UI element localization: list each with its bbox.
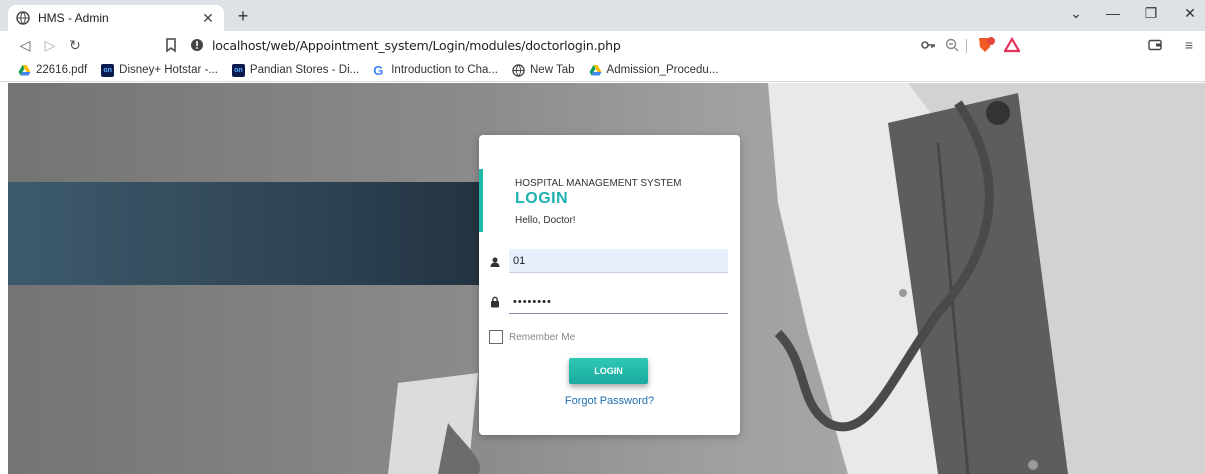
browser-tab[interactable]: HMS - Admin ✕ — [8, 5, 224, 31]
greeting-text: Hello, Doctor! — [515, 215, 576, 226]
close-tab-icon[interactable]: ✕ — [200, 10, 216, 27]
password-input[interactable]: •••••••• — [509, 290, 728, 314]
new-tab-icon[interactable]: + — [233, 6, 253, 27]
system-name: HOSPITAL MANAGEMENT SYSTEM — [515, 178, 682, 189]
toolbar-divider — [966, 39, 967, 53]
bookmark-label: New Tab — [530, 64, 575, 76]
bookmark-item[interactable]: New Tab — [512, 63, 575, 77]
forward-icon[interactable]: ▷ — [41, 36, 59, 54]
back-icon[interactable]: ◁ — [16, 36, 34, 54]
forgot-password-link[interactable]: Forgot Password? — [479, 395, 740, 407]
hotstar-icon: on — [101, 63, 115, 77]
bookmark-icon[interactable] — [163, 37, 179, 53]
globe-icon — [512, 63, 525, 77]
close-window-icon[interactable]: ✕ — [1180, 5, 1200, 22]
login-button[interactable]: LOGIN — [569, 358, 648, 384]
bookmark-item[interactable]: 22616.pdf — [18, 64, 87, 77]
bookmark-label: Introduction to Cha... — [391, 64, 498, 76]
bookmark-label: Disney+ Hotstar -... — [119, 64, 218, 76]
remember-me-option[interactable]: Remember Me — [489, 330, 575, 344]
brave-rewards-icon[interactable] — [1004, 37, 1020, 53]
minimize-icon[interactable]: — — [1103, 5, 1123, 21]
login-page: HOSPITAL MANAGEMENT SYSTEM LOGIN Hello, … — [8, 83, 1205, 474]
login-card: HOSPITAL MANAGEMENT SYSTEM LOGIN Hello, … — [479, 135, 740, 435]
tab-search-icon[interactable]: ⌄ — [1066, 5, 1086, 22]
site-info-icon[interactable] — [190, 38, 204, 52]
brave-shield-icon[interactable] — [977, 36, 997, 54]
zoom-icon[interactable] — [944, 37, 960, 53]
remember-me-checkbox[interactable] — [489, 330, 503, 344]
wallet-icon[interactable] — [1147, 37, 1163, 53]
username-input[interactable]: 01 — [509, 249, 728, 273]
bookmarks-bar: 22616.pdf on Disney+ Hotstar -... on Pan… — [0, 59, 1205, 82]
reload-icon[interactable]: ↻ — [66, 36, 84, 54]
bookmark-label: Admission_Procedu... — [606, 64, 719, 76]
url-text: localhost/web/Appointment_system/Login/m… — [212, 37, 621, 53]
bookmark-item[interactable]: on Disney+ Hotstar -... — [101, 63, 218, 77]
drive-icon — [18, 64, 31, 75]
lock-icon — [491, 296, 499, 308]
tab-strip: HMS - Admin ✕ + ⌄ — ❐ ✕ — [0, 0, 1205, 31]
bookmark-item[interactable]: G Introduction to Cha... — [373, 64, 498, 77]
bookmark-label: Pandian Stores - Di... — [249, 64, 360, 76]
menu-icon[interactable]: ≡ — [1180, 36, 1198, 54]
user-icon — [490, 257, 500, 267]
bookmark-item[interactable]: on Pandian Stores - Di... — [231, 63, 360, 77]
navigation-toolbar: ◁ ▷ ↻ localhost/web/Appointment_system/L… — [0, 31, 1205, 59]
login-heading: LOGIN — [515, 190, 569, 207]
tab-title: HMS - Admin — [38, 11, 109, 25]
globe-icon — [16, 11, 30, 25]
bookmark-item[interactable]: Admission_Procedu... — [589, 64, 719, 77]
card-accent-bar — [479, 169, 483, 232]
key-icon[interactable] — [920, 37, 936, 53]
remember-me-label: Remember Me — [509, 331, 576, 343]
restore-icon[interactable]: ❐ — [1141, 5, 1161, 22]
address-bar[interactable]: localhost/web/Appointment_system/Login/m… — [190, 35, 1010, 55]
google-icon: G — [373, 62, 384, 78]
hotstar-icon: on — [231, 63, 245, 77]
bookmark-label: 22616.pdf — [36, 64, 88, 76]
drive-icon — [589, 64, 602, 75]
